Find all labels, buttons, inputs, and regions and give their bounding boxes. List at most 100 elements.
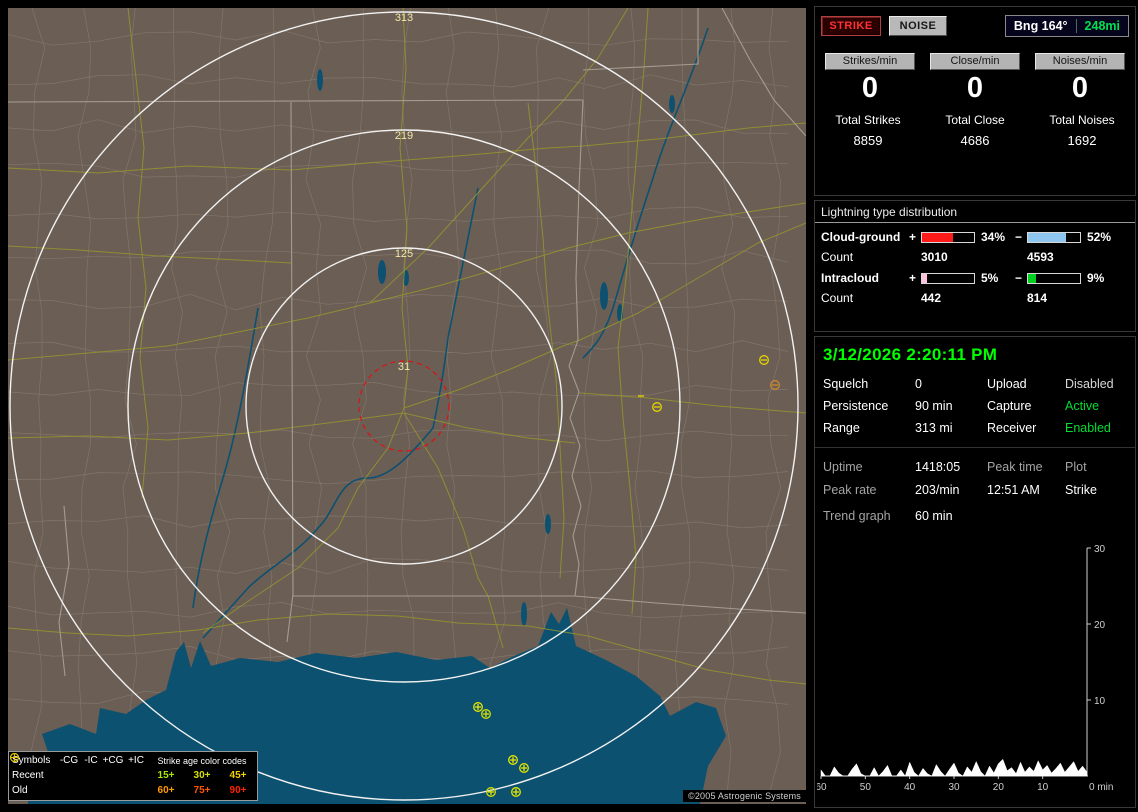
- copyright-text: ©2005 Astrogenic Systems: [683, 790, 806, 802]
- range-label: Range: [823, 421, 860, 435]
- trend-x-end-label: 0 min: [1089, 782, 1113, 793]
- range-value: 313 mi: [915, 421, 953, 435]
- total-noises: Total Noises 1692: [1049, 113, 1115, 148]
- map-legend: Symbols -CG -IC +CG +IC Strike age color…: [8, 751, 258, 801]
- trend-y-tick: 30: [1094, 544, 1106, 555]
- ic-plus-bar: [921, 272, 975, 284]
- minus-sign: −: [1015, 271, 1023, 285]
- legend-old-label: Old: [12, 785, 28, 796]
- uptime-label: Uptime: [823, 460, 863, 474]
- trend-x-tick: 40: [904, 782, 916, 793]
- upload-label: Upload: [987, 377, 1027, 391]
- status-section: 3/12/2026 2:20:11 PM Squelch 0 Upload Di…: [814, 336, 1136, 808]
- trend-plot-area: [820, 758, 1088, 777]
- legend-col-neg-cg: -CG: [59, 755, 79, 766]
- counters-section: STRIKE NOISE Bng 164° 248mi Strikes/min …: [814, 6, 1136, 196]
- bearing-divider: [1075, 19, 1077, 33]
- peak-rate-value: 203/min: [915, 483, 960, 497]
- peak-time-label: Peak time: [987, 460, 1043, 474]
- ic-minus-count: 814: [1027, 291, 1048, 305]
- legend-col-pos-ic: +IC: [128, 755, 144, 766]
- peak-time-value: 12:51 AM: [987, 483, 1040, 497]
- settings-table: Squelch 0 Upload Disabled Persistence 90…: [815, 365, 1135, 435]
- cg-plus-percent: 34%: [981, 230, 1006, 244]
- ic-plus-percent: 5%: [981, 271, 999, 285]
- map-canvas: 313 219 125 31: [8, 8, 806, 804]
- uptime-table: Uptime 1418:05 Peak time Plot Peak rate …: [815, 447, 1135, 497]
- intracloud-row: Intracloud + 5% − 9%: [815, 264, 1135, 285]
- capture-label: Capture: [987, 399, 1032, 413]
- trend-x-tick: 50: [860, 782, 872, 793]
- close-per-min-value: 0: [966, 72, 984, 104]
- strikes-per-min-value: 0: [861, 72, 879, 104]
- trend-x-tick: 20: [993, 782, 1005, 793]
- cg-plus-count: 3010: [921, 250, 948, 264]
- plus-sign: +: [909, 230, 917, 244]
- trend-y-tick: 10: [1094, 696, 1106, 707]
- cg-minus-bar: [1027, 231, 1081, 243]
- bearing-value: Bng 164°: [1013, 19, 1068, 33]
- age-code-30: 30+: [193, 770, 211, 781]
- ic-minus-percent: 9%: [1087, 271, 1105, 285]
- ic-minus-bar: [1027, 272, 1081, 284]
- lightning-map[interactable]: 313 219 125 31 Symbols -CG -IC +CG +IC Stri…: [8, 8, 806, 804]
- app-window: 313 219 125 31 Symbols -CG -IC +CG +IC Stri…: [0, 0, 1138, 812]
- total-strikes: Total Strikes 8859: [835, 113, 901, 148]
- squelch-label: Squelch: [823, 377, 869, 391]
- total-close: Total Close 4686: [945, 113, 1005, 148]
- minus-sign: −: [1015, 230, 1023, 244]
- trend-x-tick: 30: [948, 782, 960, 793]
- range-ring-label: 219: [395, 130, 413, 142]
- age-code-15: 15+: [157, 770, 175, 781]
- plot-value: Strike: [1065, 483, 1097, 497]
- upload-status: Disabled: [1065, 377, 1114, 391]
- trend-graph-row: Trend graph 60 min: [815, 497, 1135, 523]
- distribution-title: Lightning type distribution: [815, 201, 1135, 223]
- trend-graph-label: Trend graph: [823, 509, 891, 523]
- noises-per-min-value: 0: [1071, 72, 1089, 104]
- legend-recent-label: Recent: [12, 770, 44, 781]
- age-code-75: 75+: [193, 785, 211, 796]
- intracloud-label: Intracloud: [821, 271, 880, 285]
- cg-plus-bar: [921, 231, 975, 243]
- legend-col-pos-cg: +CG: [102, 755, 124, 766]
- plot-label: Plot: [1065, 460, 1087, 474]
- count-label: Count: [821, 250, 854, 264]
- cg-minus-percent: 52%: [1087, 230, 1112, 244]
- bearing-range: 248mi: [1084, 19, 1120, 33]
- range-ring-label: 125: [395, 248, 413, 260]
- distribution-section: Lightning type distribution Cloud-ground…: [814, 200, 1136, 332]
- age-code-90: 90+: [229, 785, 247, 796]
- persistence-value: 90 min: [915, 399, 953, 413]
- legend-col-neg-ic: -IC: [84, 755, 98, 766]
- legend-age-header: Strike age color codes: [157, 756, 247, 766]
- ic-plus-count: 442: [921, 291, 942, 305]
- uptime-value: 1418:05: [915, 460, 961, 474]
- cg-minus-count: 4593: [1027, 250, 1054, 264]
- count-label: Count: [821, 291, 854, 305]
- plus-sign: +: [909, 271, 917, 285]
- trend-x-tick: 10: [1037, 782, 1049, 793]
- strike-button[interactable]: STRIKE: [821, 16, 881, 36]
- timestamp: 3/12/2026 2:20:11 PM: [823, 345, 998, 364]
- noise-button[interactable]: NOISE: [889, 16, 947, 36]
- trend-graph: 30 20 10 60 50 40 30 20 10 0 min: [815, 542, 1135, 804]
- trend-x-tick: 60: [817, 782, 827, 793]
- age-code-60: 60+: [157, 785, 175, 796]
- range-ring-label: 31: [398, 361, 410, 373]
- bearing-display: Bng 164° 248mi: [1004, 15, 1129, 37]
- receiver-status: Enabled: [1065, 421, 1111, 435]
- receiver-label: Receiver: [987, 421, 1037, 435]
- cloud-ground-counts: Count 3010 4593: [815, 244, 1135, 264]
- trend-y-tick: 20: [1094, 620, 1106, 631]
- capture-status: Active: [1065, 399, 1100, 413]
- age-code-45: 45+: [229, 770, 247, 781]
- close-per-min-label: Close/min: [930, 53, 1020, 70]
- range-ring-label: 313: [395, 12, 413, 24]
- persistence-label: Persistence: [823, 399, 889, 413]
- intracloud-counts: Count 442 814: [815, 285, 1135, 305]
- squelch-value: 0: [915, 377, 922, 391]
- strikes-per-min-label: Strikes/min: [825, 53, 915, 70]
- trend-graph-window: 60 min: [915, 509, 953, 523]
- status-panel: STRIKE NOISE Bng 164° 248mi Strikes/min …: [812, 0, 1138, 812]
